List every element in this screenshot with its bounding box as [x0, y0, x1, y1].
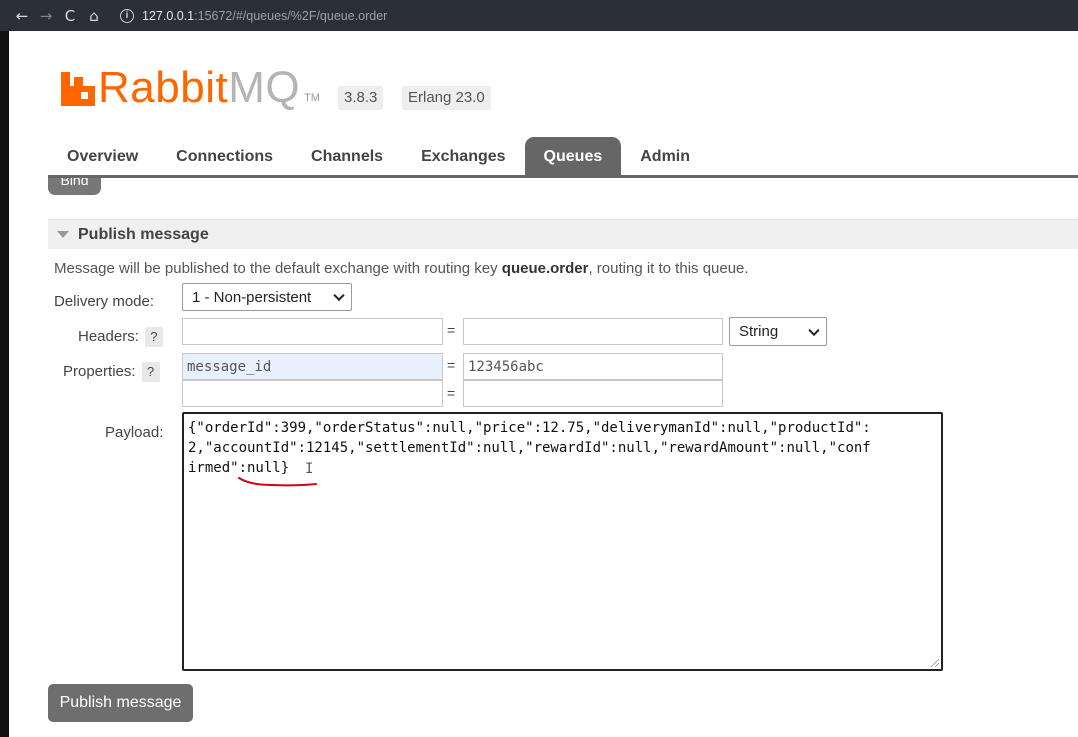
bind-button[interactable]: Bind — [48, 178, 101, 195]
tab-connections[interactable]: Connections — [157, 137, 292, 176]
rabbitmq-logo-mark-icon — [61, 72, 95, 106]
payload-line: {"orderId":399,"orderStatus":null,"price… — [188, 420, 871, 436]
version-badge: 3.8.3 — [338, 86, 384, 110]
publish-message-section-header[interactable]: Publish message — [48, 219, 1078, 249]
delivery-mode-select[interactable]: 1 - Non-persistent — [182, 283, 352, 311]
back-arrow-icon[interactable]: ← — [10, 7, 34, 25]
bind-button-clip: Bind — [48, 178, 101, 195]
red-underline-annotation — [238, 477, 317, 487]
logo-wordmark-primary: Rabbit — [98, 63, 229, 112]
property-key-value: message_id — [187, 358, 272, 375]
publish-description: Message will be published to the default… — [54, 260, 749, 277]
delivery-mode-value: 1 - Non-persistent — [192, 288, 312, 306]
tab-underline — [48, 175, 1078, 178]
trademark-mark: TM — [304, 92, 320, 104]
rabbitmq-logo: RabbitMQ TM — [61, 66, 320, 110]
routing-key: queue.order — [501, 260, 589, 277]
address-bar[interactable]: 127.0.0.1:15672/#/queues/%2F/queue.order — [142, 9, 387, 23]
equals-sign: = — [447, 385, 456, 401]
description-prefix: Message will be published to the default… — [54, 260, 502, 277]
header-type-value: String — [739, 323, 779, 340]
forward-arrow-icon[interactable]: → — [34, 7, 58, 25]
publish-message-button[interactable]: Publish message — [48, 684, 193, 722]
tab-admin[interactable]: Admin — [621, 137, 709, 176]
headers-label: Headers:? — [78, 327, 163, 347]
header-type-select[interactable]: String — [729, 317, 827, 346]
property-value-text: 123456abc — [468, 358, 544, 375]
headers-label-text: Headers: — [78, 328, 139, 345]
chevron-down-icon — [808, 324, 820, 336]
property-key-input-empty[interactable] — [182, 380, 443, 407]
left-edge-strip — [0, 0, 9, 737]
section-title: Publish message — [78, 225, 209, 243]
logo-wordmark: RabbitMQ — [98, 66, 300, 110]
tab-exchanges[interactable]: Exchanges — [402, 137, 524, 176]
delivery-mode-label: Delivery mode: — [54, 293, 155, 310]
logo-wordmark-secondary: MQ — [228, 63, 301, 112]
header-key-input[interactable] — [182, 318, 443, 345]
chevron-down-icon — [333, 289, 345, 302]
home-icon[interactable]: ⌂ — [82, 7, 106, 25]
payload-line: 2,"accountId":12145,"settlementId":null,… — [188, 440, 871, 456]
description-suffix: , routing it to this queue. — [588, 260, 749, 277]
equals-sign: = — [447, 357, 456, 373]
payload-textarea[interactable]: {"orderId":399,"orderStatus":null,"price… — [182, 412, 943, 671]
help-icon[interactable]: ? — [144, 327, 163, 347]
collapse-triangle-icon — [57, 231, 69, 238]
header-value-input[interactable] — [463, 318, 723, 345]
property-value-input[interactable]: 123456abc — [463, 353, 723, 380]
url-path: :15672/#/queues/%2F/queue.order — [194, 8, 388, 23]
help-icon[interactable]: ? — [141, 362, 160, 382]
main-nav-tabs: Overview Connections Channels Exchanges … — [48, 137, 709, 176]
resize-grip-icon[interactable] — [931, 659, 939, 667]
tab-queues[interactable]: Queues — [524, 137, 622, 176]
site-info-icon[interactable]: i — [120, 8, 134, 23]
tab-overview[interactable]: Overview — [48, 137, 157, 176]
properties-label: Properties:? — [63, 362, 160, 382]
property-value-input-empty[interactable] — [463, 380, 723, 407]
equals-sign: = — [447, 322, 456, 338]
browser-toolbar: ← → C ⌂ i 127.0.0.1:15672/#/queues/%2F/q… — [0, 0, 1078, 31]
url-host: 127.0.0.1 — [142, 8, 195, 23]
reload-icon[interactable]: C — [58, 7, 82, 25]
property-key-input[interactable]: message_id — [182, 353, 443, 380]
payload-label: Payload: — [105, 424, 164, 441]
erlang-version-badge: Erlang 23.0 — [402, 86, 491, 110]
tab-channels[interactable]: Channels — [292, 137, 402, 176]
properties-label-text: Properties: — [63, 363, 136, 380]
